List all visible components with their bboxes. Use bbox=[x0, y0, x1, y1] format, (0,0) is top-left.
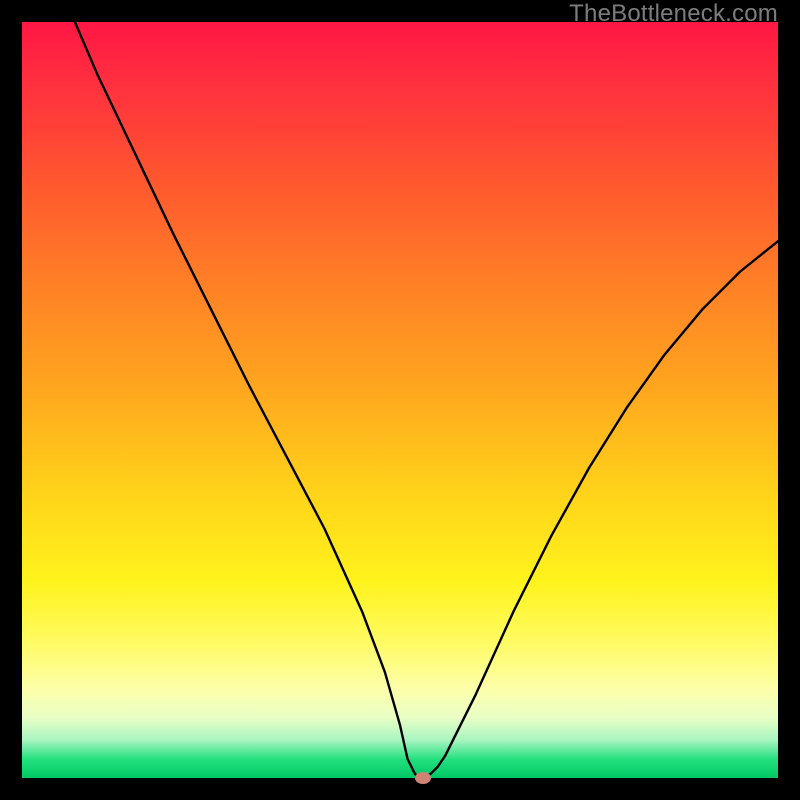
curve-svg bbox=[22, 22, 778, 778]
bottleneck-curve bbox=[75, 22, 778, 778]
min-marker bbox=[415, 772, 431, 784]
chart-frame: TheBottleneck.com bbox=[0, 0, 800, 800]
plot-area bbox=[22, 22, 778, 778]
